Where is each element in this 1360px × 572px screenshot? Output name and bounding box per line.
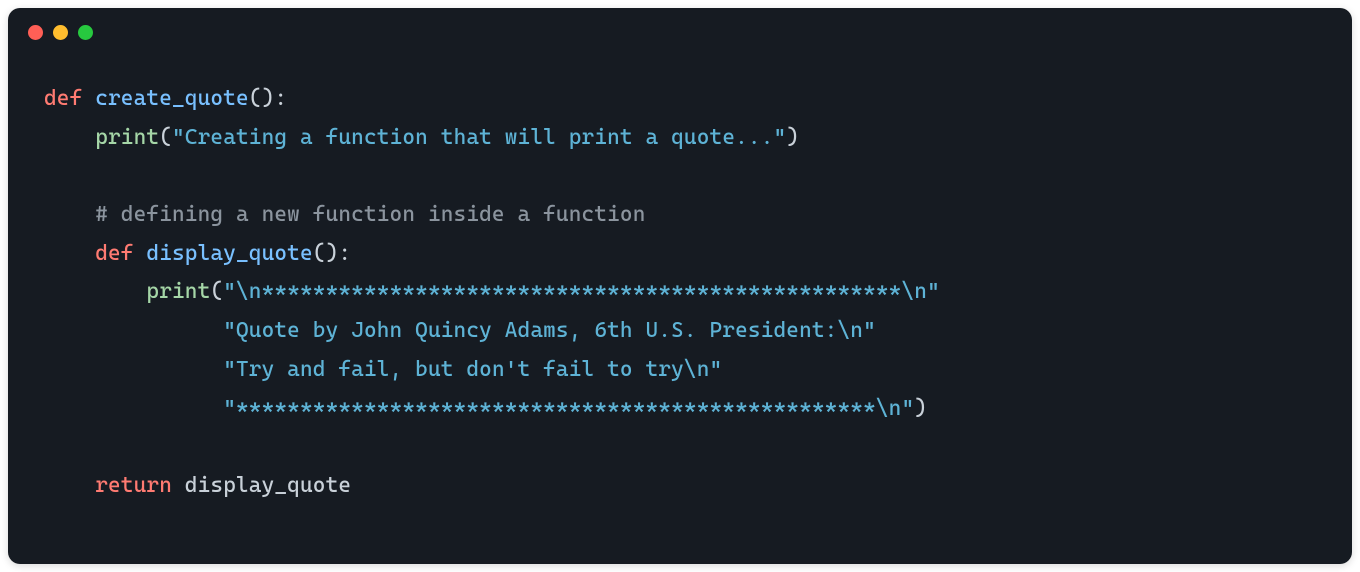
code-token-punct: (): xyxy=(313,241,351,266)
code-token-punct xyxy=(198,396,224,421)
code-token-funcdef: create_quote xyxy=(95,86,249,111)
zoom-icon[interactable] xyxy=(78,25,93,40)
code-token-string: "\n*************************************… xyxy=(223,279,940,304)
titlebar xyxy=(8,8,1352,56)
code-line: def display_quote(): xyxy=(44,235,1316,274)
code-token-keyword: return xyxy=(95,473,185,498)
code-line xyxy=(44,157,1316,196)
code-token-funcdef: display_quote xyxy=(146,241,312,266)
code-token-punct xyxy=(198,318,224,343)
code-token-string: "Quote by John Quincy Adams, 6th U.S. Pr… xyxy=(223,318,876,343)
code-token-punct: ( xyxy=(159,125,172,150)
code-token-comment: # defining a new function inside a funct… xyxy=(95,202,645,227)
code-token-punct: ) xyxy=(914,396,927,421)
code-token-punct: ) xyxy=(786,125,799,150)
code-line xyxy=(44,428,1316,467)
code-token-string: "Creating a function that will print a q… xyxy=(172,125,786,150)
code-line: "***************************************… xyxy=(44,390,1316,429)
code-line: # defining a new function inside a funct… xyxy=(44,196,1316,235)
code-token-punct: ( xyxy=(210,279,223,304)
code-line: "Try and fail, but don't fail to try\n" xyxy=(44,351,1316,390)
code-token-call: print xyxy=(146,279,210,304)
code-token-keyword: def xyxy=(95,241,146,266)
code-area: def create_quote(): print("Creating a fu… xyxy=(8,56,1352,530)
code-token-punct xyxy=(198,357,224,382)
code-token-keyword: def xyxy=(44,86,95,111)
code-token-punct: (): xyxy=(249,86,287,111)
code-token-call: print xyxy=(95,125,159,150)
code-token-string: "Try and fail, but don't fail to try\n" xyxy=(223,357,722,382)
code-token-string: "***************************************… xyxy=(223,396,914,421)
minimize-icon[interactable] xyxy=(53,25,68,40)
close-icon[interactable] xyxy=(28,25,43,40)
code-line: "Quote by John Quincy Adams, 6th U.S. Pr… xyxy=(44,312,1316,351)
code-line: print("Creating a function that will pri… xyxy=(44,119,1316,158)
editor-window: def create_quote(): print("Creating a fu… xyxy=(8,8,1352,564)
code-token-ident: display_quote xyxy=(185,473,351,498)
code-line: def create_quote(): xyxy=(44,80,1316,119)
code-line: return display_quote xyxy=(44,467,1316,506)
code-line: print("\n*******************************… xyxy=(44,273,1316,312)
